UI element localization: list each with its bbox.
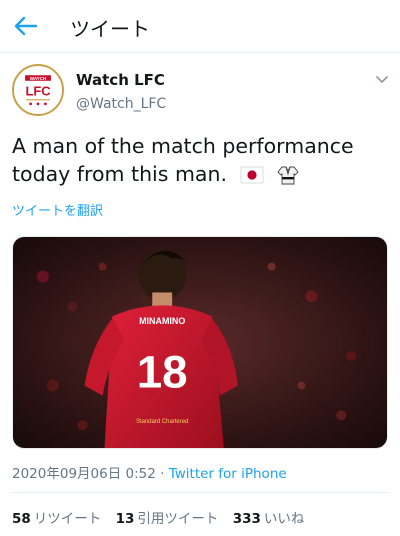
chevron-down-icon <box>376 76 388 84</box>
page-title: ツイート <box>70 17 150 41</box>
tweet-stats: 58 リツイート 13 引用ツイート 333 いいね <box>12 507 314 527</box>
tweet-photo[interactable]: MINAMINO 18 Standard Chartered <box>12 236 388 449</box>
tweet-text-container: A man of the match performance today fro… <box>12 132 382 188</box>
tweet-meta: 2020年09月06日 0:52 · Twitter for iPhone <box>12 462 287 482</box>
quote-tweets-stat[interactable]: 13 引用ツイート <box>116 511 219 527</box>
sponsor-text: Standard Chartered <box>136 419 188 425</box>
jersey-number: 18 <box>137 347 188 398</box>
retweets-count: 58 <box>12 511 31 527</box>
avatar-watch-text: WATCH <box>30 76 47 81</box>
arrow-left-icon <box>14 16 38 36</box>
more-options-button[interactable] <box>374 72 390 86</box>
likes-count: 333 <box>232 511 261 527</box>
jersey-name: MINAMINO <box>139 316 185 326</box>
tweet-source-link[interactable]: Twitter for iPhone <box>169 466 287 482</box>
avatar-lfc-text: LFC <box>25 84 50 99</box>
lfc-logo-icon: WATCH LFC <box>15 67 61 113</box>
retweets-label: リツイート <box>33 511 102 527</box>
martial-arts-uniform-icon <box>276 164 300 186</box>
likes-stat[interactable]: 333 いいね <box>233 511 305 527</box>
author-name[interactable]: Watch LFC <box>76 71 165 89</box>
tweet-date: 2020年09月06日 0:52 <box>12 466 156 482</box>
divider <box>12 492 388 493</box>
likes-label: いいね <box>263 511 305 527</box>
tweet-text: A man of the match performance today fro… <box>12 134 354 186</box>
translate-tweet-link[interactable]: ツイートを翻訳 <box>12 200 103 219</box>
author-handle[interactable]: @Watch_LFC <box>76 96 166 112</box>
quotes-label: 引用ツイート <box>137 511 219 527</box>
top-bar: ツイート <box>0 0 400 53</box>
back-button[interactable] <box>10 12 42 40</box>
retweets-stat[interactable]: 58 リツイート <box>12 511 101 527</box>
quotes-count: 13 <box>115 511 135 527</box>
avatar[interactable]: WATCH LFC <box>12 64 64 116</box>
japan-flag-icon <box>240 164 264 186</box>
player-photo: MINAMINO 18 Standard Chartered <box>13 237 387 448</box>
meta-separator: · <box>160 466 165 482</box>
